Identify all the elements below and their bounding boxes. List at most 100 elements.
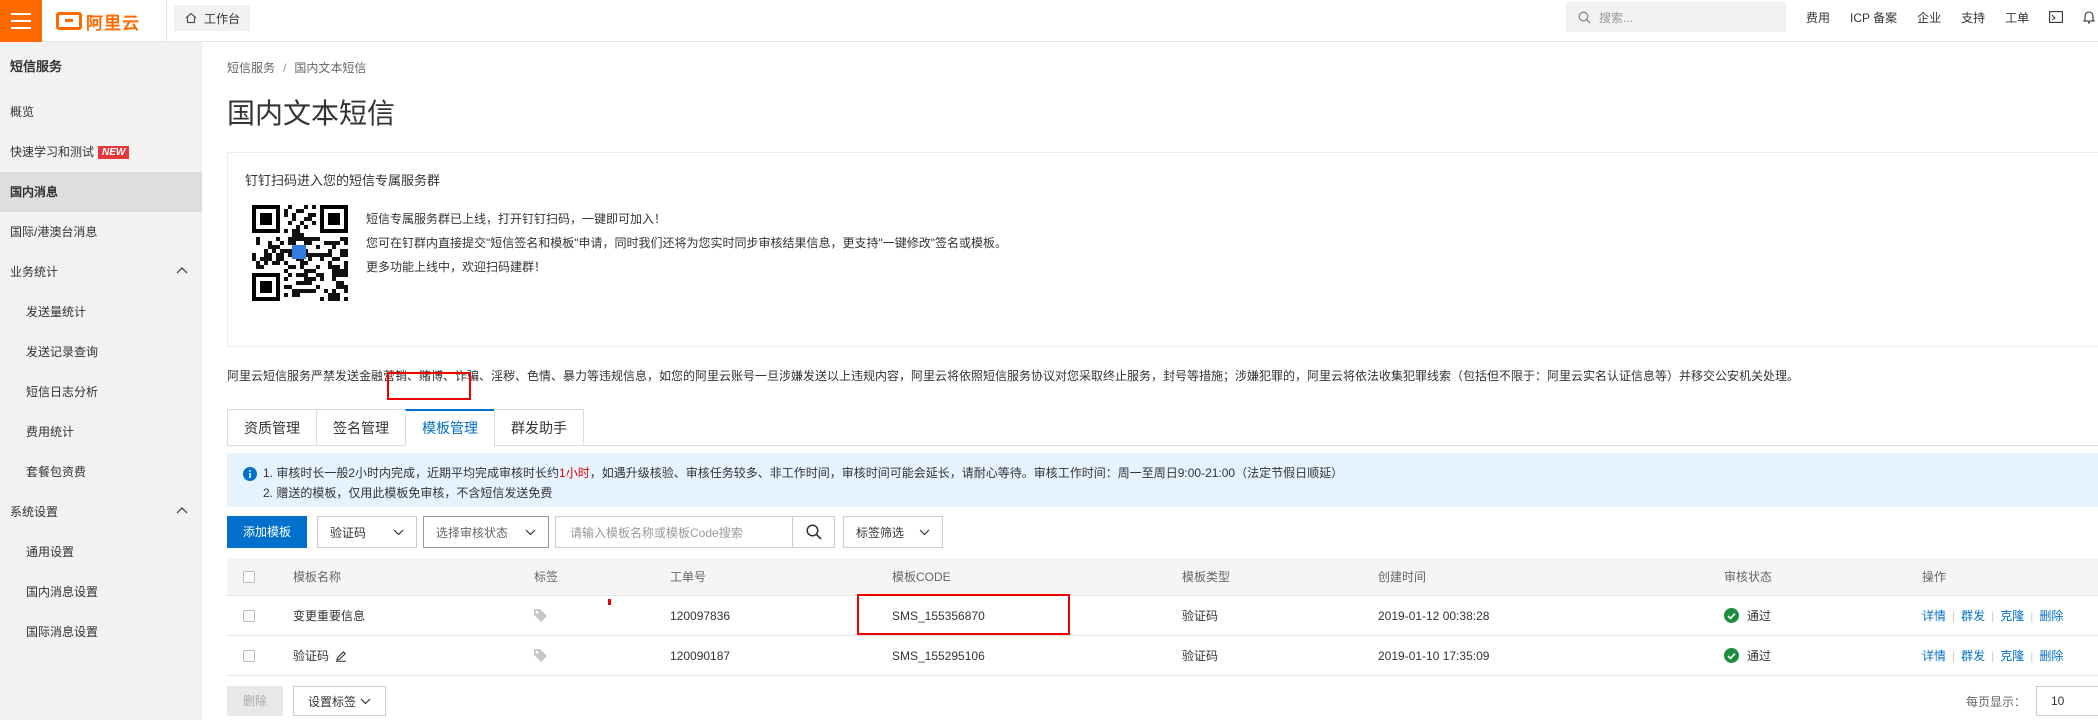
notice-line-2: 2. 赠送的模板，仅用此模板免审核，不含短信发送免费	[263, 486, 553, 500]
sidebar-group-statistics[interactable]: 业务统计	[0, 252, 202, 292]
column-header: 创建时间	[1378, 570, 1427, 584]
column-header: 模板类型	[1182, 570, 1231, 584]
sidebar-item-label: 国内消息	[10, 185, 59, 199]
page-title: 国内文本短信	[227, 98, 396, 129]
row-checkbox-cell	[243, 596, 255, 635]
annotation-mark	[608, 599, 611, 605]
sidebar-item-international-settings[interactable]: 国际消息设置	[0, 612, 202, 652]
qr-card-lines: 短信专属服务群已上线，打开钉钉扫码，一键即可加入！ 您可在钉群内直接提交"短信签…	[366, 207, 1007, 279]
row-actions: 详情 | 群发 | 克隆 | 删除	[1922, 596, 2063, 635]
sidebar-item-cost-stats[interactable]: 费用统计	[0, 412, 202, 452]
ticket-number: 120097836	[670, 608, 731, 623]
row-checkbox[interactable]	[243, 649, 255, 662]
detail-link[interactable]: 详情	[1922, 647, 1946, 664]
qr-card-title: 钉钉扫码进入您的短信专属服务群	[245, 173, 441, 188]
workbench-button[interactable]: 工作台	[174, 5, 251, 31]
top-link-ticket[interactable]: 工单	[2005, 9, 2029, 26]
sidebar-item-domestic-settings[interactable]: 国内消息设置	[0, 572, 202, 612]
table-header: 模板名称 标签 工单号 模板CODE 模板类型 创建时间 审核状态 操作	[227, 558, 2098, 596]
page-size-control: 每页显示： 10	[1966, 686, 2098, 716]
row-checkbox[interactable]	[243, 609, 255, 622]
sidebar-item-label: 费用统计	[26, 425, 75, 439]
sidebar-item-domestic[interactable]: 国内消息	[0, 172, 202, 212]
top-links: 费用 ICP 备案 企业 支持 工单	[1806, 0, 2098, 34]
notice-line-1: 1. 审核时长一般2小时内完成，近期平均完成审核时长约1小时，如遇升级核验、审核…	[263, 463, 2098, 483]
sidebar-item-label: 发送记录查询	[26, 345, 99, 359]
set-tag-button[interactable]: 设置标签	[293, 686, 387, 716]
template-type-select[interactable]: 验证码	[317, 516, 418, 548]
tag-icon[interactable]	[533, 648, 548, 663]
top-link-enterprise[interactable]: 企业	[1917, 9, 1941, 26]
qr-card-line: 更多功能上线中，欢迎扫码建群！	[366, 260, 547, 274]
review-status: 通过	[1724, 596, 1771, 635]
message-icon[interactable]	[2049, 11, 2064, 23]
sidebar-item-quick-start[interactable]: 快速学习和测试 NEW	[0, 132, 202, 172]
sidebar-item-overview[interactable]: 概览	[0, 92, 202, 132]
page-size-select[interactable]: 10	[2036, 686, 2098, 716]
aliyun-logo[interactable]: 阿里云	[56, 8, 140, 34]
select-all-cell	[243, 558, 255, 595]
action-divider: |	[1991, 648, 1995, 663]
home-icon	[185, 12, 197, 24]
select-all-checkbox[interactable]	[243, 570, 255, 583]
top-link-billing[interactable]: 费用	[1806, 9, 1830, 26]
clone-link[interactable]: 克隆	[2000, 607, 2024, 624]
chevron-up-icon	[176, 267, 188, 274]
template-search-input[interactable]: 请输入模板名称或模板Code搜索	[555, 516, 836, 548]
tab-template[interactable]: 模板管理	[405, 409, 495, 446]
top-link-support[interactable]: 支持	[1961, 9, 1985, 26]
bulk-send-link[interactable]: 群发	[1961, 607, 1985, 624]
review-status-placeholder: 选择审核状态	[436, 525, 509, 540]
sidebar: 短信服务 概览 快速学习和测试 NEW 国内消息 国际/港澳台消息 业务统计 发送…	[0, 42, 202, 720]
column-header: 工单号	[670, 570, 707, 584]
sidebar-item-send-records[interactable]: 发送记录查询	[0, 332, 202, 372]
sidebar-item-international[interactable]: 国际/港澳台消息	[0, 212, 202, 252]
edit-pencil-icon[interactable]	[335, 650, 347, 662]
delete-link[interactable]: 删除	[2039, 647, 2063, 664]
tag-icon[interactable]	[533, 608, 548, 623]
breadcrumb-root[interactable]: 短信服务	[227, 61, 275, 75]
column-header: 标签	[534, 570, 559, 584]
bell-icon[interactable]	[2083, 10, 2096, 24]
bulk-send-link[interactable]: 群发	[1961, 647, 1985, 664]
global-search-input[interactable]: 搜索...	[1566, 2, 1786, 32]
sidebar-item-log-analysis[interactable]: 短信日志分析	[0, 372, 202, 412]
template-table: 模板名称 标签 工单号 模板CODE 模板类型 创建时间 审核状态 操作 变更重…	[227, 558, 2098, 676]
tab-qualification[interactable]: 资质管理	[227, 409, 317, 446]
chevron-down-icon	[919, 529, 930, 535]
global-search-placeholder: 搜索...	[1599, 10, 1634, 25]
sidebar-item-label: 国内消息设置	[26, 585, 99, 599]
batch-delete-button[interactable]: 删除	[227, 686, 284, 716]
top-link-icp[interactable]: ICP 备案	[1850, 9, 1897, 26]
template-name: 验证码	[293, 649, 330, 663]
hamburger-menu-button[interactable]	[0, 0, 42, 42]
action-divider: |	[1952, 648, 1956, 663]
template-code: SMS_155356870	[892, 608, 985, 623]
sidebar-item-package-pricing[interactable]: 套餐包资费	[0, 452, 202, 492]
tag-cell	[533, 636, 548, 675]
delete-link[interactable]: 删除	[2039, 607, 2063, 624]
sidebar-item-label: 快速学习和测试	[10, 145, 95, 159]
tab-signature[interactable]: 签名管理	[316, 409, 406, 446]
set-tag-label: 设置标签	[308, 694, 357, 709]
action-divider: |	[1952, 608, 1956, 623]
tag-filter-button[interactable]: 标签筛选	[843, 516, 944, 548]
add-template-button[interactable]: 添加模板	[227, 516, 308, 548]
tab-bulk-send[interactable]: 群发助手	[494, 409, 584, 446]
info-icon	[243, 467, 257, 481]
row-checkbox-cell	[243, 636, 255, 675]
sidebar-item-label: 概览	[10, 105, 35, 119]
sidebar-item-send-volume[interactable]: 发送量统计	[0, 292, 202, 332]
review-status-select[interactable]: 选择审核状态	[423, 516, 550, 548]
sidebar-item-general-settings[interactable]: 通用设置	[0, 532, 202, 572]
sidebar-group-settings[interactable]: 系统设置	[0, 492, 202, 532]
detail-link[interactable]: 详情	[1922, 607, 1946, 624]
created-time: 2019-01-10 17:35:09	[1378, 648, 1490, 663]
search-icon	[1578, 11, 1591, 23]
search-icon	[805, 524, 822, 540]
chevron-down-icon	[525, 529, 536, 535]
page-size-label: 每页显示：	[1965, 694, 2026, 709]
template-search-button[interactable]	[792, 517, 834, 547]
clone-link[interactable]: 克隆	[2000, 647, 2024, 664]
qr-card-line: 短信专属服务群已上线，打开钉钉扫码，一键即可加入！	[366, 212, 667, 226]
